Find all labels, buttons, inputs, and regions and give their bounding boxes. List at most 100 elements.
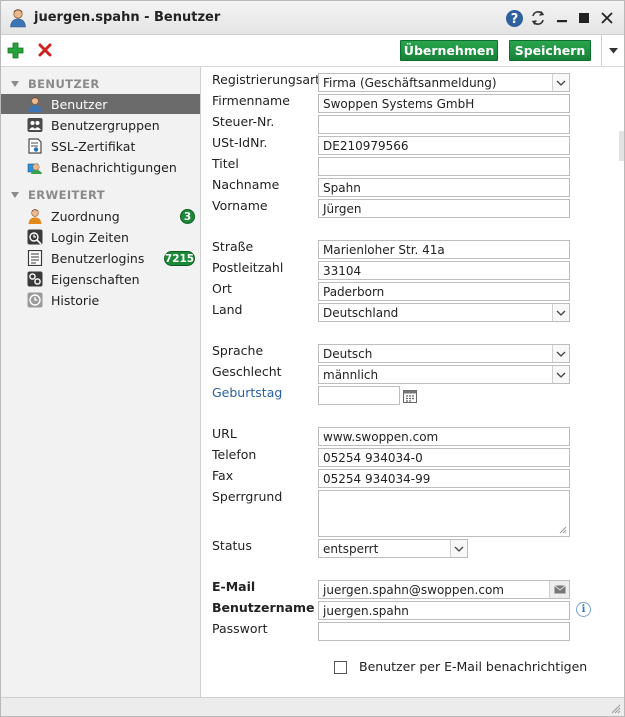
sidebar-item-label: Benutzer xyxy=(51,97,108,112)
company-label: Firmenname xyxy=(212,93,290,108)
certificate-icon xyxy=(28,138,42,154)
gender-select[interactable]: männlich xyxy=(318,365,570,384)
help-icon: ? xyxy=(505,9,523,27)
date-picker-button[interactable] xyxy=(401,387,419,405)
user-icon xyxy=(28,97,42,112)
sidebar-item-ssl-zertifikat[interactable]: SSL-Zertifikat xyxy=(1,136,200,156)
language-select[interactable]: Deutsch xyxy=(318,344,570,363)
resize-grip-icon[interactable] xyxy=(559,526,567,534)
sidebar-item-benachrichtigungen[interactable]: Benachrichtigungen xyxy=(1,157,200,177)
sidebar-item-zuordnung[interactable]: Zuordnung 3 xyxy=(1,206,200,226)
clock-icon xyxy=(27,229,43,245)
tax-number-label: Steuer-Nr. xyxy=(212,114,275,129)
notify-user-label[interactable]: Benutzer per E-Mail benachrichtigen xyxy=(359,659,587,674)
title-label: Titel xyxy=(212,156,239,171)
toolbar-menu-dropdown[interactable] xyxy=(601,35,624,66)
chevron-down-icon xyxy=(552,366,569,383)
help-button[interactable]: ? xyxy=(504,8,524,28)
street-label: Straße xyxy=(212,239,254,254)
chevron-down-icon xyxy=(608,47,618,53)
add-button[interactable] xyxy=(5,40,25,60)
country-select[interactable]: Deutschland xyxy=(318,303,570,322)
envelope-icon xyxy=(553,585,566,594)
phone-input[interactable]: 05254 934034-0 xyxy=(318,448,570,467)
window-title: juergen.spahn - Benutzer xyxy=(34,10,221,25)
minimize-button[interactable] xyxy=(552,8,572,28)
calendar-icon xyxy=(403,390,417,403)
maximize-icon xyxy=(579,13,589,23)
country-label: Land xyxy=(212,302,243,317)
sidebar-item-label: Login Zeiten xyxy=(51,230,129,245)
user-dialog-window: juergen.spahn - Benutzer ? Übernehmen Sp… xyxy=(0,0,625,717)
url-input[interactable]: www.swoppen.com xyxy=(318,427,570,446)
section-header-extended[interactable]: ERWEITERT xyxy=(11,187,105,203)
phone-label: Telefon xyxy=(212,447,257,462)
status-bar xyxy=(1,697,624,716)
chevron-down-icon xyxy=(450,540,467,557)
list-icon xyxy=(27,250,43,266)
registration-type-label: Registrierungsart xyxy=(212,72,321,87)
status-label: Status xyxy=(212,538,252,553)
refresh-arrows-icon xyxy=(531,11,545,25)
delete-button[interactable] xyxy=(35,40,55,60)
company-input[interactable]: Swoppen Systems GmbH xyxy=(318,94,570,113)
svg-text:?: ? xyxy=(510,12,518,27)
section-header-user[interactable]: BENUTZER xyxy=(11,76,100,92)
sidebar-item-eigenschaften[interactable]: Eigenschaften xyxy=(1,269,200,289)
birthday-label[interactable]: Geburtstag xyxy=(212,385,282,400)
zip-input[interactable]: 33104 xyxy=(318,261,570,280)
block-reason-label: Sperrgrund xyxy=(212,489,283,504)
sidebar-item-label: Benutzergruppen xyxy=(51,118,160,133)
vat-id-input[interactable]: DE210979566 xyxy=(318,136,570,155)
gender-label: Geschlecht xyxy=(212,364,282,379)
first-name-label: Vorname xyxy=(212,198,268,213)
tax-number-input[interactable] xyxy=(318,115,570,134)
url-label: URL xyxy=(212,426,237,441)
birthday-input[interactable] xyxy=(318,386,400,405)
fax-input[interactable]: 05254 934034-99 xyxy=(318,469,570,488)
status-select[interactable]: entsperrt xyxy=(318,539,468,558)
user-assign-icon xyxy=(28,209,42,224)
password-input[interactable] xyxy=(318,622,570,641)
registration-type-select[interactable]: Firma (Geschäftsanmeldung) xyxy=(318,73,570,92)
toolbar: Übernehmen Speichern xyxy=(1,35,624,67)
last-name-label: Nachname xyxy=(212,177,280,192)
save-button[interactable]: Speichern xyxy=(509,40,591,61)
window-resize-grip-icon[interactable] xyxy=(611,704,621,714)
sidebar-item-label: Eigenschaften xyxy=(51,272,140,287)
sidebar-item-label: Benutzerlogins xyxy=(51,251,145,266)
title-input[interactable] xyxy=(318,157,570,176)
block-reason-textarea[interactable] xyxy=(318,490,570,537)
group-icon xyxy=(27,118,43,132)
city-input[interactable]: Paderborn xyxy=(318,282,570,301)
close-button[interactable] xyxy=(597,8,617,28)
sidebar-item-login-zeiten[interactable]: Login Zeiten xyxy=(1,227,200,247)
scrollbar[interactable] xyxy=(619,131,624,161)
sidebar: BENUTZER Benutzer Benutzergruppen SSL-Ze… xyxy=(1,67,201,697)
sidebar-item-benutzerlogins[interactable]: Benutzerlogins 7215 xyxy=(1,248,200,268)
sidebar-item-historie[interactable]: Historie xyxy=(1,290,200,310)
user-form: Registrierungsart Firma (Geschäftsanmeld… xyxy=(202,67,624,697)
sidebar-item-benutzergruppen[interactable]: Benutzergruppen xyxy=(1,115,200,135)
restore-button[interactable] xyxy=(528,8,548,28)
minimize-icon xyxy=(557,20,567,23)
collapse-triangle-icon xyxy=(11,192,19,198)
notify-user-checkbox[interactable] xyxy=(334,661,347,674)
email-input[interactable]: juergen.spahn@swoppen.com xyxy=(318,580,570,599)
delete-x-icon xyxy=(38,43,52,57)
first-name-input[interactable]: Jürgen xyxy=(318,199,570,218)
send-mail-button[interactable] xyxy=(549,581,569,598)
street-input[interactable]: Marienloher Str. 41a xyxy=(318,240,570,259)
sidebar-item-benutzer[interactable]: Benutzer xyxy=(1,94,200,114)
apply-button[interactable]: Übernehmen xyxy=(400,40,498,61)
last-name-input[interactable]: Spahn xyxy=(318,178,570,197)
info-icon[interactable]: i xyxy=(576,602,591,617)
title-bar[interactable]: juergen.spahn - Benutzer ? xyxy=(1,1,624,35)
collapse-triangle-icon xyxy=(11,81,19,87)
username-input[interactable]: juergen.spahn xyxy=(318,601,570,620)
properties-icon xyxy=(27,271,43,287)
fax-label: Fax xyxy=(212,468,234,483)
user-icon xyxy=(10,9,26,28)
sidebar-item-label: SSL-Zertifikat xyxy=(51,139,136,154)
maximize-button[interactable] xyxy=(574,8,594,28)
